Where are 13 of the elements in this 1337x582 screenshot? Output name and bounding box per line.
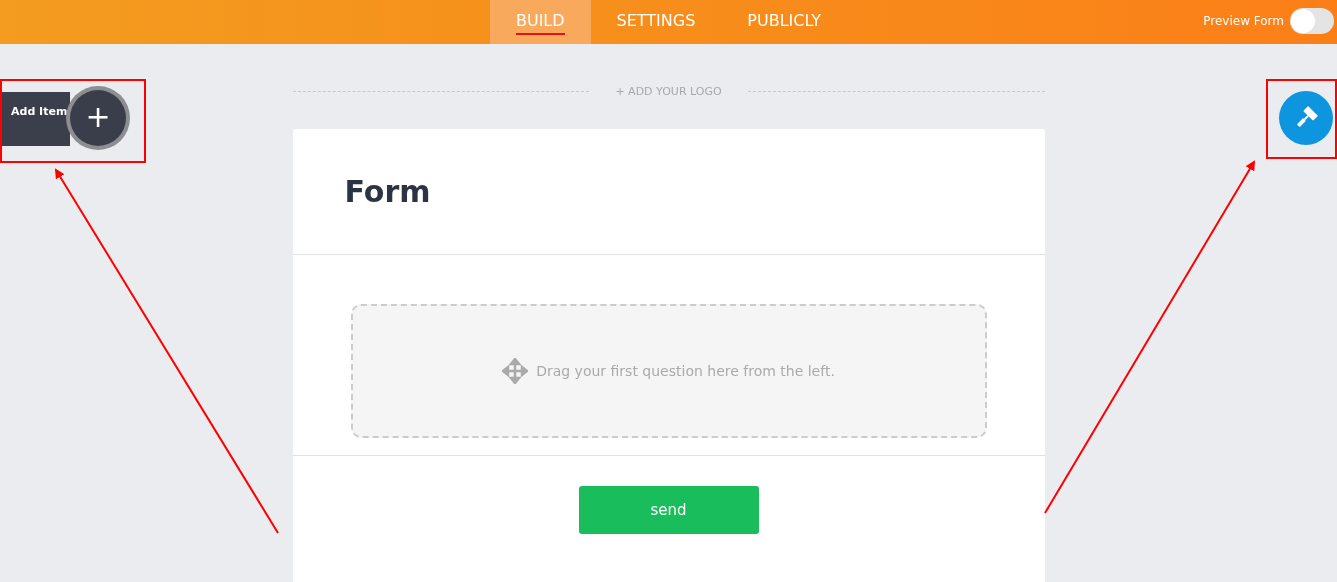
style-button[interactable]	[1279, 91, 1333, 145]
add-logo-link[interactable]: + ADD YOUR LOGO	[615, 84, 722, 98]
nav-tab[interactable]: SETTINGS	[590, 0, 722, 44]
drop-hint: Drag your first question here from the left.	[536, 363, 835, 379]
send-button[interactable]: send	[578, 486, 759, 534]
add-item-button[interactable]: Add Item	[0, 92, 70, 146]
form-title: Form	[344, 174, 431, 209]
preview-toggle[interactable]	[1290, 8, 1334, 34]
drop-zone[interactable]: Drag your first question here from the left.	[350, 304, 987, 438]
nav-tab[interactable]: BUILD	[489, 0, 591, 44]
preview-label: Preview Form	[1203, 14, 1284, 28]
add-button[interactable]: +	[70, 90, 126, 146]
nav-tab[interactable]: PUBLICLY	[721, 0, 848, 44]
